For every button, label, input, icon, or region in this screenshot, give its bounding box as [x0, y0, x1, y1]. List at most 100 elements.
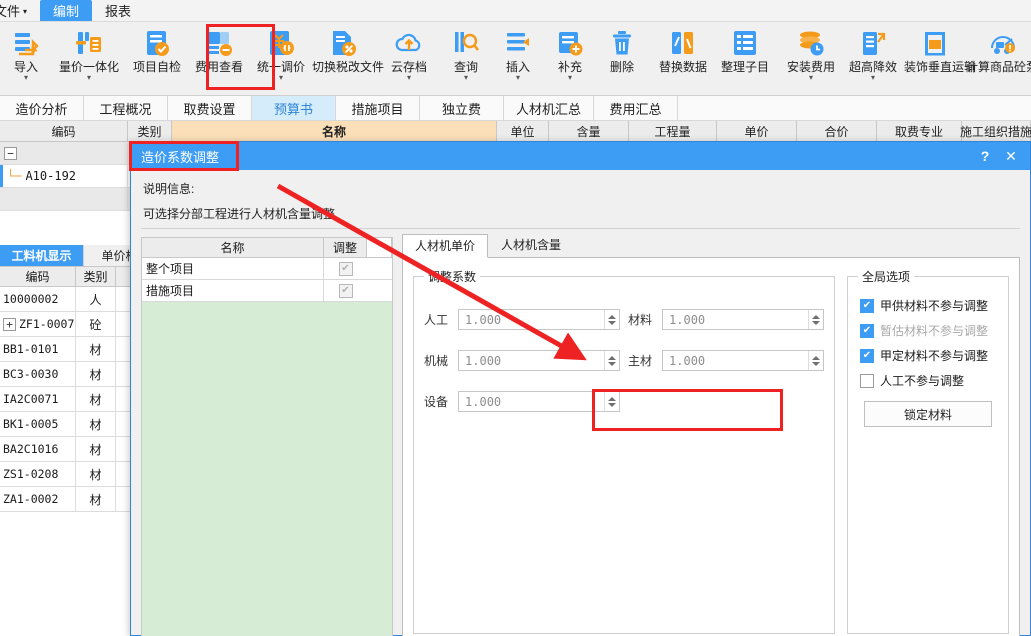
checkbox-checked-icon[interactable]: [860, 348, 874, 363]
chevron-down-icon: ▾: [86, 73, 91, 82]
help-icon[interactable]: ?: [972, 143, 998, 169]
ribbon-button-query[interactable]: 查询 ▾: [440, 25, 492, 82]
tab-measure-items[interactable]: 措施项目: [336, 96, 420, 120]
organize-items-icon: [734, 31, 756, 55]
row-category: 材: [89, 342, 102, 357]
ribbon-button-concrete-pump[interactable]: 计算商品砼泵送增加费: [966, 25, 1031, 74]
column-header-name[interactable]: 名称: [172, 121, 497, 141]
column-header-adjust[interactable]: 调整: [324, 238, 367, 257]
main-material-coefficient-input[interactable]: [662, 350, 824, 371]
checkbox-checked-disabled-icon[interactable]: ✔: [338, 261, 353, 276]
material-coefficient-value[interactable]: [663, 310, 808, 329]
tab-fee-summary[interactable]: 费用汇总: [594, 96, 679, 120]
ribbon-button-unified-price[interactable]: 统一调价 ▾: [250, 25, 312, 82]
checkbox-checked-icon[interactable]: [860, 323, 874, 338]
application-window: 文件 ▾ 编制 报表 导入 ▾ 量价一体化 ▾ 项目自检 费用查看 统一调价 ▾…: [0, 0, 1031, 636]
row-category: 砼: [89, 317, 102, 332]
ribbon-button-cloud-archive[interactable]: 云存档 ▾: [378, 25, 440, 82]
label-machinery: 机械: [424, 354, 449, 368]
chevron-down-icon: ▾: [23, 73, 28, 82]
ribbon-button-cost-view[interactable]: 费用查看: [188, 25, 250, 74]
chevron-down-icon: ▾: [23, 7, 28, 16]
labor-coefficient-input[interactable]: [458, 309, 620, 330]
column-header-code[interactable]: 编码: [0, 121, 128, 141]
tab-material-display[interactable]: 工料机显示: [0, 245, 84, 266]
scope-list-row[interactable]: 整个项目 ✔: [142, 258, 392, 280]
column-header-fee-specialty[interactable]: 取费专业: [877, 121, 962, 141]
column-header-quantity[interactable]: 工程量: [629, 121, 717, 141]
column-header-category[interactable]: 类别: [128, 121, 172, 141]
menu-item-compile[interactable]: 编制: [40, 0, 93, 21]
checkbox-checked-icon[interactable]: [860, 298, 874, 313]
tab-project-overview[interactable]: 工程概况: [84, 96, 168, 120]
tab-budget-book[interactable]: 预算书: [252, 96, 336, 120]
column-header-code[interactable]: 编码: [0, 267, 76, 286]
divider: [141, 228, 1020, 229]
option-estimated-material[interactable]: 暂估材料不参与调整: [860, 322, 998, 339]
row-code: ZF1-0007: [19, 317, 75, 331]
ribbon-button-vertical-transport[interactable]: 装饰垂直运输: [904, 25, 976, 74]
option-owner-supplied-material[interactable]: 甲供材料不参与调整: [860, 297, 998, 314]
row-code: BB1-0101: [3, 342, 59, 356]
equipment-coefficient-value[interactable]: [459, 392, 604, 411]
column-header-category[interactable]: 类别: [76, 267, 116, 286]
tab-fee-settings[interactable]: 取费设置: [168, 96, 252, 120]
main-material-coefficient-value[interactable]: [663, 351, 808, 370]
column-header-name[interactable]: 名称: [142, 238, 324, 257]
label-material: 材料: [628, 313, 653, 327]
checkbox-unchecked-icon[interactable]: [860, 373, 874, 388]
menu-item-report[interactable]: 报表: [92, 0, 144, 21]
search-icon: [455, 32, 480, 52]
dialog-title-bar[interactable]: 造价系数调整 ? ✕: [129, 141, 1030, 171]
option-labor-excluded[interactable]: 人工不参与调整: [860, 372, 998, 389]
column-header-unit[interactable]: 单位: [497, 121, 549, 141]
tab-independent-fee[interactable]: 独立费: [420, 96, 504, 120]
ribbon-button-tax-switch[interactable]: 切换税改文件: [312, 25, 384, 74]
spinner-arrows[interactable]: [604, 310, 619, 329]
column-header-unit-price[interactable]: 单价: [717, 121, 797, 141]
machinery-coefficient-input[interactable]: [458, 350, 620, 371]
column-header-total-price[interactable]: 合价: [797, 121, 877, 141]
tab-cost-analysis[interactable]: 造价分析: [0, 96, 84, 120]
adjustment-panel: 人材机单价 人材机含量 调整系数 人工 1.000 材料 1.000 机械 1.…: [402, 234, 1020, 636]
tab-material-summary[interactable]: 人材机汇总: [504, 96, 595, 120]
lock-material-button[interactable]: 锁定材料: [864, 401, 992, 427]
close-icon[interactable]: ✕: [998, 143, 1024, 169]
checkbox-checked-disabled-icon[interactable]: ✔: [338, 283, 353, 298]
concrete-pump-icon: [991, 36, 1015, 54]
column-header-construction-measures[interactable]: 施工组织措施: [960, 121, 1031, 141]
machinery-coefficient-value[interactable]: [459, 351, 604, 370]
ribbon-button-replace-data[interactable]: 替换数据: [652, 25, 714, 74]
menu-item-file[interactable]: 文件 ▾: [0, 0, 40, 21]
ribbon-button-organize-items[interactable]: 整理子目: [714, 25, 776, 74]
equipment-coefficient-input[interactable]: [458, 391, 620, 412]
material-coefficient-input[interactable]: [662, 309, 824, 330]
tree-collapse-icon[interactable]: −: [4, 146, 17, 160]
labor-coefficient-value[interactable]: [459, 310, 604, 329]
ribbon-button-delete[interactable]: 删除: [596, 25, 648, 74]
tab-material-content[interactable]: 人材机含量: [488, 233, 574, 257]
spinner-arrows[interactable]: [808, 351, 823, 370]
column-header-content[interactable]: 含量: [549, 121, 629, 141]
scope-row-adjust-cell[interactable]: ✔: [324, 280, 367, 301]
ribbon-button-install-cost[interactable]: 安装费用 ▾: [780, 25, 842, 82]
option-owner-designated-material[interactable]: 甲定材料不参与调整: [860, 347, 998, 364]
tree-expand-icon[interactable]: +: [3, 317, 16, 331]
ribbon-button-quantity-price[interactable]: 量价一体化 ▾: [52, 25, 126, 82]
row-category: 人: [89, 292, 102, 307]
spinner-arrows[interactable]: [604, 392, 619, 411]
scope-list-row[interactable]: 措施项目 ✔: [142, 280, 392, 302]
tab-material-unit-price[interactable]: 人材机单价: [402, 234, 489, 258]
ribbon-button-quantity-price-label: 量价一体化: [58, 60, 119, 74]
ribbon-button-insert[interactable]: 插入 ▾: [492, 25, 544, 82]
spinner-arrows[interactable]: [604, 351, 619, 370]
row-code: IA2C0071: [3, 392, 59, 406]
scope-row-adjust-cell[interactable]: ✔: [324, 258, 367, 279]
ribbon-button-self-check[interactable]: 项目自检: [126, 25, 188, 74]
ribbon-button-supplement[interactable]: 补充 ▾: [544, 25, 596, 82]
spinner-arrows[interactable]: [808, 310, 823, 329]
coefficient-group-legend: 调整系数: [428, 270, 477, 284]
row-category: 材: [89, 467, 102, 482]
ribbon-button-height-efficiency[interactable]: 超高降效 ▾: [842, 25, 904, 82]
ribbon-button-import[interactable]: 导入 ▾: [0, 25, 52, 82]
